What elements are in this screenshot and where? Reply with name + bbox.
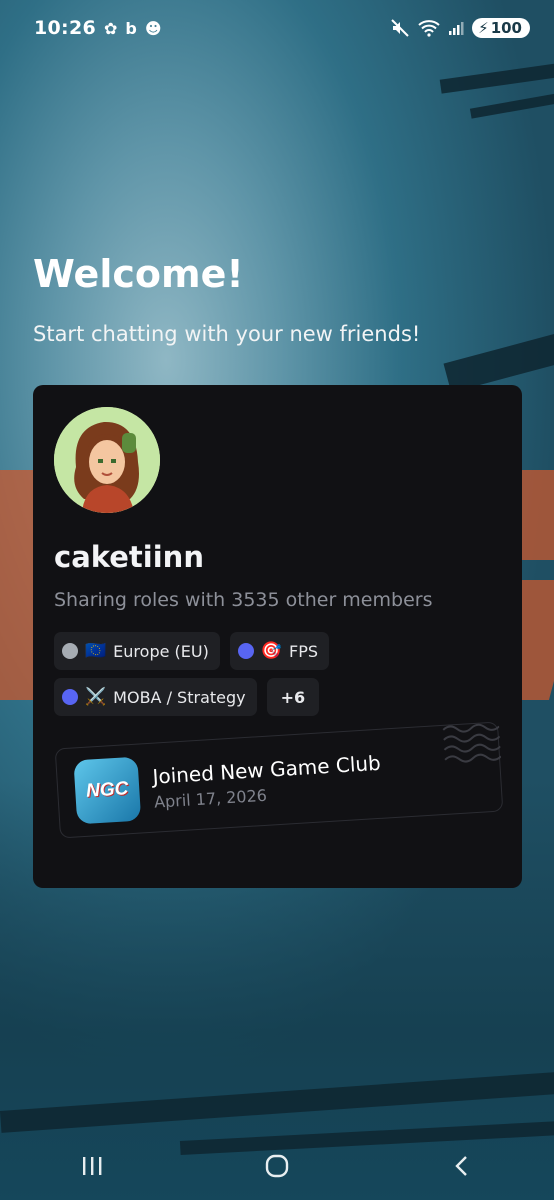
recent-apps-icon xyxy=(83,1157,102,1175)
role-label: MOBA / Strategy xyxy=(113,687,246,707)
home-button[interactable] xyxy=(247,1144,307,1188)
role-chip-moba[interactable]: ⚔️ MOBA / Strategy xyxy=(54,678,257,716)
brain-icon: ✿ xyxy=(103,18,118,38)
role-chip-europe[interactable]: 🇪🇺 Europe (EU) xyxy=(54,632,220,670)
system-nav-bar xyxy=(0,1132,554,1200)
mute-icon xyxy=(391,19,409,37)
eu-flag-icon: 🇪🇺 xyxy=(85,641,107,661)
battery-level: 100 xyxy=(490,19,522,37)
target-icon: 🎯 xyxy=(260,641,282,661)
profile-card[interactable]: caketiinn Sharing roles with 3535 other … xyxy=(33,385,522,888)
wave-decoration-icon xyxy=(442,723,502,763)
signal-icon xyxy=(449,22,464,35)
server-join-ticket[interactable]: NGC Joined New Game Club April 17, 2026 xyxy=(54,721,504,839)
role-color-dot xyxy=(62,689,78,705)
server-icon: NGC xyxy=(73,756,142,825)
home-icon xyxy=(265,1154,289,1178)
status-bar: 10:26 ✿ b ☻ ⚡ 100 xyxy=(0,0,554,56)
username: caketiinn xyxy=(54,540,204,574)
role-chip-fps[interactable]: 🎯 FPS xyxy=(229,632,330,670)
avatar[interactable] xyxy=(54,407,160,513)
wifi-icon xyxy=(418,20,440,37)
role-color-dot xyxy=(237,643,254,659)
recent-apps-button[interactable] xyxy=(62,1144,122,1188)
back-icon xyxy=(454,1156,467,1176)
role-color-dot xyxy=(62,643,78,659)
more-roles-button[interactable]: +6 xyxy=(266,678,320,716)
shared-roles-text: Sharing roles with 3535 other members xyxy=(54,589,433,611)
role-label: Europe (EU) xyxy=(113,641,209,661)
bing-icon: b xyxy=(125,18,137,38)
crossed-swords-icon: ⚔️ xyxy=(85,687,107,707)
role-list: 🇪🇺 Europe (EU) 🎯 FPS ⚔️ MOBA / Strategy … xyxy=(54,632,504,716)
clock: 10:26 xyxy=(34,17,96,39)
battery-indicator: ⚡ 100 xyxy=(472,18,530,38)
welcome-subtitle: Start chatting with your new friends! xyxy=(33,322,421,346)
welcome-title: Welcome! xyxy=(33,252,244,296)
leaf-icon: ⚡ xyxy=(478,19,489,37)
snapchat-icon: ☻ xyxy=(144,18,162,38)
back-button[interactable] xyxy=(432,1144,492,1188)
role-label: FPS xyxy=(289,641,319,661)
